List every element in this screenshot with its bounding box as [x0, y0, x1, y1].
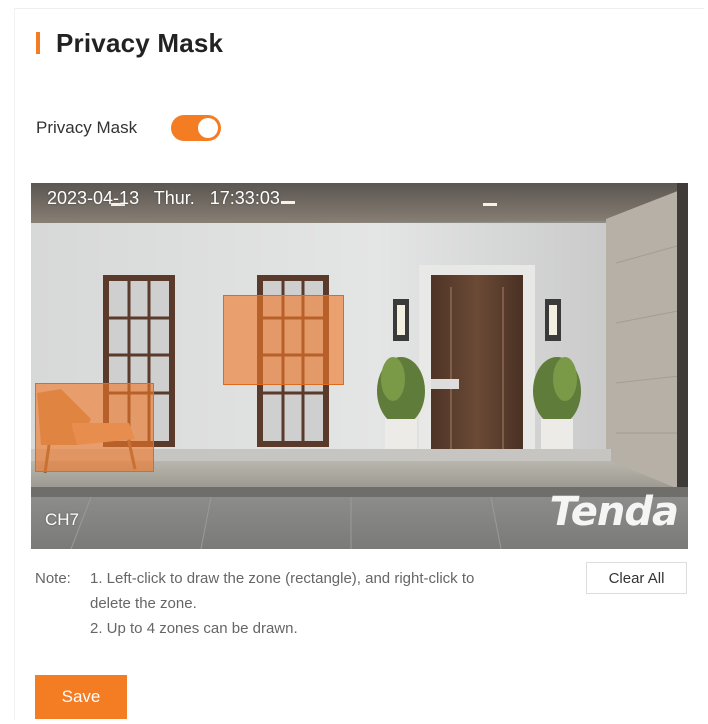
note-line-2: delete the zone. — [90, 595, 197, 612]
osd-channel-label: CH7 — [45, 510, 80, 529]
privacy-mask-zone-window[interactable] — [223, 295, 344, 385]
privacy-mask-label: Privacy Mask — [36, 118, 138, 137]
note-prefix: Note: — [35, 570, 71, 587]
note-line-1: 1. Left-click to draw the zone (rectangl… — [90, 570, 475, 587]
toggle-knob — [198, 118, 219, 138]
osd-timestamp: 2023-04-13 Thur. 17:33:03 — [47, 188, 280, 208]
title-accent-bar — [36, 32, 40, 54]
camera-preview[interactable]: 2023-04-13 Thur. 17:33:03 CH7 Tenda — [31, 183, 688, 549]
page-title: Privacy Mask — [56, 27, 224, 58]
privacy-mask-zone-chair[interactable] — [35, 383, 154, 472]
clear-all-button[interactable]: Clear All — [586, 562, 687, 594]
privacy-mask-setting: Privacy Mask — [36, 113, 222, 143]
tenda-logo: Tenda — [549, 489, 679, 535]
page-header: Privacy Mask — [36, 28, 223, 58]
note-line-3: 2. Up to 4 zones can be drawn. — [90, 620, 298, 637]
save-button[interactable]: Save — [35, 675, 127, 719]
privacy-mask-toggle[interactable] — [171, 115, 222, 141]
